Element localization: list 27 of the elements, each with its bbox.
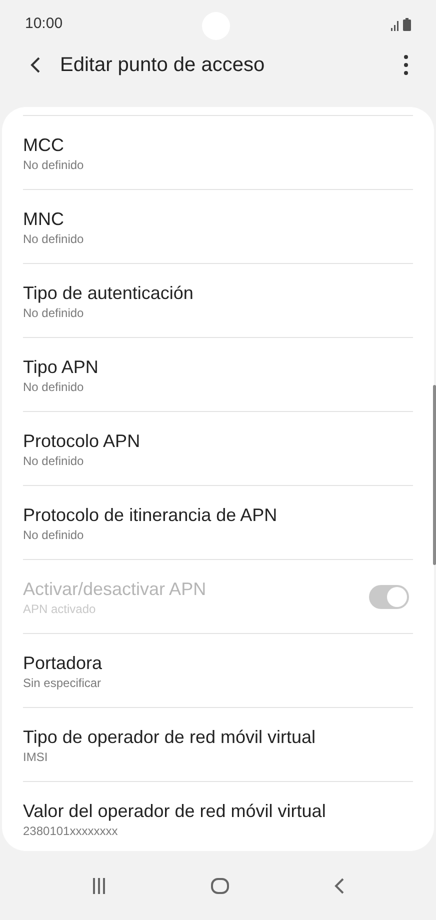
setting-title: Portadora <box>23 652 104 674</box>
setting-value: No definido <box>23 378 85 394</box>
back-icon[interactable] <box>334 878 344 894</box>
home-icon[interactable] <box>210 878 229 894</box>
setting-value: Sin especificar <box>23 674 102 690</box>
setting-value: No definido <box>23 304 85 320</box>
setting-title: MCC <box>23 134 65 156</box>
setting-title: Tipo APN <box>23 356 100 378</box>
setting-title: Activar/desactivar APN <box>23 578 208 600</box>
setting-value: No definido <box>23 156 85 172</box>
signal-icon <box>391 18 401 30</box>
recent-apps-icon[interactable] <box>92 878 106 894</box>
setting-value: No definido <box>23 526 85 542</box>
page-title: Editar punto de acceso <box>60 53 266 78</box>
setting-value: IMSI <box>23 748 49 764</box>
setting-title: Protocolo APN <box>23 430 142 452</box>
setting-title: Tipo de autenticación <box>23 282 194 304</box>
setting-value: No definido <box>23 230 85 246</box>
scroll-bar-icon <box>433 385 436 565</box>
setting-title: MNC <box>23 208 65 230</box>
setting-value: 2380101xxxxxxxx <box>23 822 119 838</box>
setting-title: Protocolo de itinerancia de APN <box>23 504 278 526</box>
setting-title: Valor del operador de red móvil virtual <box>23 800 327 822</box>
setting-value: No definido <box>23 452 85 468</box>
status-time: 10:00 <box>25 14 63 34</box>
setting-title: Tipo de operador de red móvil virtual <box>23 726 316 748</box>
battery-icon <box>403 18 411 31</box>
